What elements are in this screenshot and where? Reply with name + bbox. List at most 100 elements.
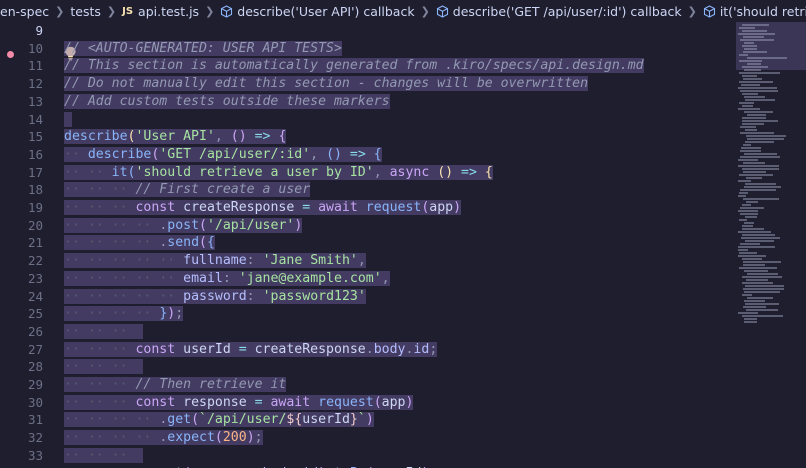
breadcrumb-item[interactable]: describe('User API') callback ❯ [220, 4, 436, 19]
line-number[interactable]: 11 [0, 57, 43, 75]
minimap-line [745, 216, 757, 218]
line-number[interactable]: 20 [0, 217, 43, 235]
code-line[interactable]: 16 ·· describe('GET /api/user/:id', () =>… [0, 146, 736, 164]
code-line[interactable]: 14 [0, 111, 736, 129]
code-line[interactable]: 22 ·· ·· ·· ·· ·· fullname: 'Jane Smith', [0, 252, 736, 270]
indent-guide: ·· [111, 306, 136, 322]
cube-icon [703, 4, 715, 18]
code-token: // <AUTO-GENERATED: USER API TESTS> [64, 40, 342, 56]
code-line[interactable]: 10 // <AUTO-GENERATED: USER API TESTS> [0, 40, 736, 58]
line-number[interactable]: 15 [0, 128, 43, 146]
breadcrumb-item[interactable]: en-spec ❯ [0, 4, 70, 19]
indent-guide: ·· [159, 270, 184, 286]
code-line[interactable]: 19 ·· ·· ·· const createResponse = await … [0, 199, 736, 217]
code-line[interactable]: 23 ·· ·· ·· ·· ·· email: 'jane@example.co… [0, 270, 736, 288]
code-line[interactable]: 31 ·· ·· ·· ·· .get(`/api/user/${userId}`… [0, 411, 736, 429]
code-token: => [453, 164, 485, 180]
code-token [64, 111, 72, 127]
minimap[interactable] [736, 22, 806, 468]
indent-guide: ·· [111, 394, 136, 410]
minimap-line [739, 81, 773, 83]
code-line[interactable]: 9 [0, 22, 736, 40]
line-number[interactable]: 12 [0, 75, 43, 93]
minimap-line [740, 39, 774, 41]
code-line[interactable]: 17 ·· ·· it('should retrieve a user by ID… [0, 164, 736, 182]
breadcrumb-item[interactable]: it('should retrieve a user by ID') callb… [703, 4, 806, 19]
minimap-line [742, 225, 753, 227]
code-text: ·· ·· ·· ·· .send({ [64, 234, 215, 252]
line-number[interactable]: 30 [0, 394, 43, 412]
code-line[interactable]: 26 ·· ·· ·· [0, 323, 736, 341]
line-number[interactable]: 16 [0, 146, 43, 164]
code-line[interactable]: 11 // This section is automatically gener… [0, 57, 736, 75]
chevron-right-icon: ❯ [106, 4, 117, 18]
minimap-line [740, 90, 778, 92]
code-token: // Then retrieve it [135, 377, 287, 392]
minimap-line [743, 171, 766, 173]
line-number[interactable]: 14 [0, 111, 43, 129]
minimap-line [744, 300, 765, 302]
code-line[interactable]: 29 ·· ·· ·· // Then retrieve it [0, 376, 736, 394]
minimap-line [739, 219, 747, 221]
line-number[interactable]: 17 [0, 164, 43, 182]
line-number[interactable]: 18 [0, 181, 43, 199]
line-number[interactable]: 34 [0, 465, 43, 468]
line-number[interactable]: 29 [0, 376, 43, 394]
line-number[interactable]: 32 [0, 429, 43, 447]
indent-guide: ·· [64, 200, 88, 215]
line-number[interactable]: 33 [0, 447, 43, 465]
indent-guide: ·· [111, 341, 136, 357]
code-token: // This section is automatically generat… [64, 58, 644, 74]
code-line[interactable]: 15 describe('User API', () => { [0, 128, 736, 146]
code-line[interactable]: 33 ·· ·· ·· [0, 447, 736, 465]
code-line[interactable]: 24 ·· ·· ·· ·· ·· password: 'password123' [0, 288, 736, 306]
indent-guide: ·· [111, 200, 136, 215]
line-number[interactable]: 10 [0, 40, 43, 58]
minimap-line [742, 204, 751, 206]
line-number[interactable]: 24 [0, 288, 43, 306]
code-line[interactable]: 18 ·· ·· ·· // First create a user [0, 181, 736, 199]
minimap-line [746, 201, 758, 203]
minimap-line [742, 123, 764, 125]
code-token: id [413, 341, 430, 357]
line-number[interactable]: 19 [0, 199, 43, 217]
minimap-line [746, 279, 768, 281]
code-line[interactable]: 34 ·· ·· ·· expect(response.body.id).toBe… [0, 465, 736, 468]
indent-guide: ·· [87, 288, 112, 304]
line-number[interactable]: 25 [0, 305, 43, 323]
code-token: ( [191, 412, 200, 428]
minimap-line [738, 165, 779, 167]
code-line[interactable]: 28 ·· ·· ·· [0, 358, 736, 376]
code-editor[interactable]: 9 10// <AUTO-GENERATED: USER API TESTS> 11… [0, 22, 736, 468]
line-number[interactable]: 26 [0, 323, 43, 341]
code-token: () [437, 164, 454, 180]
line-number[interactable]: 13 [0, 93, 43, 111]
minimap-line [742, 282, 773, 284]
code-line[interactable]: 20 ·· ·· ·· ·· .post('/api/user') [0, 217, 736, 235]
code-token: userId [183, 341, 231, 357]
breadcrumb-item[interactable]: tests ❯ [70, 4, 122, 19]
code-token: 'should retrieve a user by ID' [135, 164, 374, 180]
code-line[interactable]: 12 // Do not manually edit this section -… [0, 75, 736, 93]
breadcrumb-item[interactable]: JS api.test.js ❯ [122, 4, 220, 19]
line-number[interactable]: 28 [0, 358, 43, 376]
code-line[interactable]: 21 ·· ·· ·· ·· .send({ [0, 234, 736, 252]
code-line[interactable]: 25 ·· ·· ·· ·· }); [0, 305, 736, 323]
line-number[interactable]: 23 [0, 270, 43, 288]
breadcrumb-item[interactable]: describe('GET /api/user/:id') callback ❯ [436, 4, 703, 19]
code-token: = [246, 394, 271, 410]
line-number[interactable]: 21 [0, 234, 43, 252]
code-token: ` [357, 412, 366, 428]
code-line[interactable]: 30 ·· ·· ·· const response = await reques… [0, 394, 736, 412]
code-text: ·· ·· ·· ·· ·· password: 'password123' [64, 288, 366, 306]
code-line[interactable]: 13 // Add custom tests outside these mark… [0, 93, 736, 111]
line-number[interactable]: 31 [0, 411, 43, 429]
indent-guide: ·· [87, 430, 112, 446]
line-number[interactable]: 27 [0, 341, 43, 359]
minimap-line [744, 222, 754, 224]
line-number[interactable]: 22 [0, 252, 43, 270]
code-line[interactable]: 27 ·· ·· ·· const userId = createResponse… [0, 341, 736, 359]
line-number[interactable]: 9 [0, 22, 43, 40]
js-file-icon: JS [122, 5, 134, 17]
code-line[interactable]: 32 ·· ·· ·· ·· .expect(200); [0, 429, 736, 447]
